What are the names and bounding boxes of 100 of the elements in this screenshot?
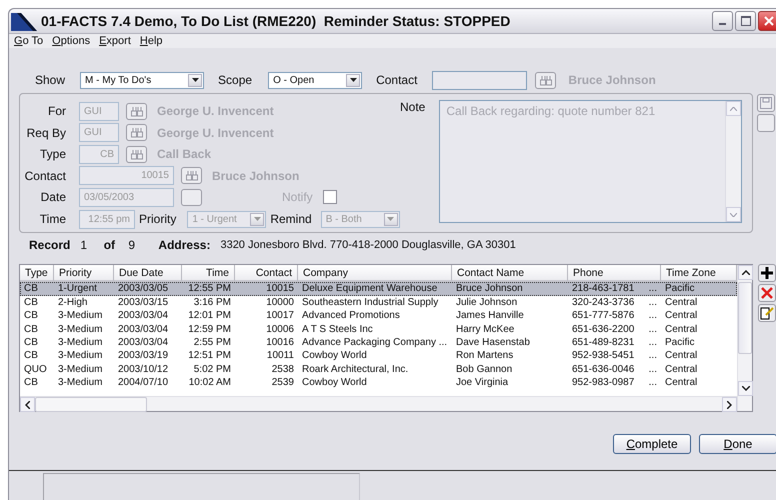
lookup-name: George U. Invencent bbox=[157, 126, 274, 140]
menu-item[interactable]: Go To bbox=[14, 35, 44, 48]
table-cell-text: 3:16 PM bbox=[192, 296, 232, 310]
table-cell-text: 2538 bbox=[270, 362, 295, 376]
table-cell-text: Cowboy World bbox=[301, 349, 368, 363]
more-marker: ... bbox=[648, 350, 657, 362]
table-cell-text: 2:55 PM bbox=[192, 336, 232, 350]
table-cell-text: 2003/10/12 bbox=[117, 362, 170, 376]
column-header[interactable]: Company bbox=[298, 265, 452, 282]
table-cell-text: 1-Urgent bbox=[57, 282, 98, 296]
table-cell-text: 3-Medium bbox=[57, 336, 104, 350]
column-header[interactable]: Time bbox=[182, 265, 235, 282]
table-cell: 651-777-5876 bbox=[572, 310, 634, 322]
table-cell-text: CB bbox=[23, 282, 39, 296]
record-label: Record bbox=[29, 238, 70, 252]
table-cell-text: 12:59 PM bbox=[187, 322, 232, 336]
table-cell-text: 2539 bbox=[270, 376, 295, 390]
table-cell: 952-938-5451 bbox=[572, 350, 634, 362]
more-marker: ... bbox=[648, 283, 657, 294]
table-row[interactable]: CB 2-High 2003/03/15 3:16 PM 10000 Southeastern Industrial Supply Julie Johnson 320-243-3736 ... Central bbox=[20, 296, 737, 310]
menu-item[interactable]: Export bbox=[99, 35, 131, 48]
column-header[interactable]: Contact bbox=[235, 265, 298, 282]
table-cell-text: Julie Johnson bbox=[455, 296, 518, 310]
table-cell: 651-489-8231 bbox=[572, 337, 634, 348]
table-cell-text: CB bbox=[23, 336, 39, 350]
column-header[interactable]: Time Zone bbox=[661, 265, 737, 282]
table-cell-text: Pacific bbox=[664, 336, 696, 350]
priority-label: Priority bbox=[139, 212, 176, 226]
column-header[interactable]: Due Date bbox=[114, 265, 182, 282]
table-cell-text: 2003/03/15 bbox=[117, 296, 170, 310]
address-text: 3320 Jonesboro Blvd. 770-418-2000 Douglasville, GA 30301 bbox=[220, 239, 516, 252]
table-cell-text: Central bbox=[664, 349, 698, 363]
scope-dropdown[interactable]: O - Open bbox=[268, 72, 362, 89]
window-title: 01-FACTS 7.4 Demo, To Do List (RME220) Reminder Status: STOPPED bbox=[41, 13, 510, 30]
lookup-name: Call Back bbox=[157, 147, 212, 162]
table-cell-text: Advanced Promotions bbox=[301, 309, 401, 322]
table-cell-text: 12:01 PM bbox=[187, 309, 232, 322]
lookup-name: Bruce Johnson bbox=[212, 168, 300, 183]
record-index: 1 bbox=[80, 238, 88, 252]
table-cell-text: 12:51 PM bbox=[187, 349, 232, 363]
table-cell-text: 2004/07/10 bbox=[117, 376, 170, 390]
notify-label: Notify bbox=[282, 190, 313, 204]
contact-label: Contact bbox=[376, 73, 418, 88]
action-button[interactable]: Complete bbox=[613, 434, 691, 454]
table-cell: 952-983-0987 bbox=[572, 377, 634, 388]
table-cell-text: 2003/03/04 bbox=[117, 336, 170, 350]
table-cell-text: 3-Medium bbox=[57, 322, 104, 336]
scope-label: Scope bbox=[218, 73, 252, 88]
column-header[interactable]: Contact Name bbox=[452, 265, 568, 282]
table-cell: 651-636-2200 bbox=[572, 324, 634, 335]
table-cell-text: Pacific bbox=[664, 282, 696, 296]
field-label: Type bbox=[38, 147, 66, 162]
column-header[interactable]: Type bbox=[20, 265, 54, 282]
table-cell-text: 10016 bbox=[265, 336, 295, 350]
column-header[interactable]: Phone bbox=[568, 265, 661, 282]
table-row[interactable]: CB 3-Medium 2003/03/19 12:51 PM 10011 Cowboy World Ron Martens 952-938-5451 ... Central bbox=[20, 349, 737, 363]
lookup-name: George U. Invencent bbox=[157, 104, 274, 118]
table-row[interactable]: CB 3-Medium 2003/03/04 12:59 PM 10006 A T S Steels Inc Harry McKee 651-636-2200 ... Central bbox=[20, 322, 737, 336]
table-cell-text: Central bbox=[664, 362, 698, 376]
show-label: Show bbox=[35, 73, 66, 88]
contact-name: Bruce Johnson bbox=[568, 73, 656, 88]
table-cell-text: Harry McKee bbox=[455, 322, 516, 336]
table-cell-text: 3-Medium bbox=[57, 362, 104, 376]
table-cell-text: Advance Packaging Company ... bbox=[301, 336, 448, 350]
table-cell-text: CB bbox=[23, 322, 39, 336]
table-cell: 651-636-0046 bbox=[572, 364, 634, 375]
table-cell-text: 2003/03/04 bbox=[117, 322, 170, 336]
table-cell-text: 3-Medium bbox=[57, 349, 104, 363]
table-cell-text: Bob Gannon bbox=[455, 362, 514, 376]
table-cell-text: Central bbox=[664, 376, 698, 390]
more-marker: ... bbox=[648, 337, 657, 348]
more-marker: ... bbox=[648, 324, 657, 335]
table-cell-text: Central bbox=[664, 309, 698, 322]
table-cell-text: Cowboy World bbox=[301, 376, 368, 390]
table-cell-text: Central bbox=[664, 296, 698, 310]
menu-item[interactable]: Options bbox=[52, 35, 90, 48]
show-dropdown[interactable]: M - My To Do's bbox=[80, 72, 204, 89]
table-cell-text: 5:02 PM bbox=[192, 362, 232, 376]
table-row[interactable]: CB 3-Medium 2004/07/10 10:02 AM 2539 Cowboy World Joe Virginia 952-983-0987 ... Central bbox=[20, 376, 737, 390]
field-label: For bbox=[47, 104, 66, 118]
menu-item[interactable]: Help bbox=[140, 35, 163, 48]
table-cell-text: 10:02 AM bbox=[188, 376, 232, 390]
table-row[interactable]: QUO 3-Medium 2003/10/12 5:02 PM 2538 Roark Architectural, Inc. Bob Gannon 651-636-0046 ... Central bbox=[20, 362, 737, 376]
table-cell-text: 3-Medium bbox=[57, 309, 104, 322]
field-label: Contact bbox=[24, 168, 66, 183]
field-label: Date bbox=[40, 190, 66, 204]
table-cell-text: 10015 bbox=[265, 282, 295, 296]
table-cell-text: 3-Medium bbox=[57, 376, 104, 390]
table-cell-text: Deluxe Equipment Warehouse bbox=[301, 282, 438, 296]
table-cell-text: CB bbox=[23, 309, 39, 322]
table-row[interactable]: CB 1-Urgent 2003/03/05 12:55 PM 10015 Deluxe Equipment Warehouse Bruce Johnson 218-463-1781 ... Pacific bbox=[20, 282, 737, 296]
table-cell-text: 10000 bbox=[265, 296, 295, 310]
action-button[interactable]: Done bbox=[699, 434, 776, 454]
more-marker: ... bbox=[648, 296, 657, 308]
table-row[interactable]: CB 3-Medium 2003/03/04 2:55 PM 10016 Advance Packaging Company ... Dave Hasenstab 651-489-8231 ... Pacific bbox=[20, 336, 737, 350]
table-cell-text: A T S Steels Inc bbox=[301, 322, 374, 336]
table-cell-text: QUO bbox=[23, 362, 48, 376]
table-row[interactable]: CB 3-Medium 2003/03/04 12:01 PM 10017 Advanced Promotions James Hanville 651-777-5876 ... Central bbox=[20, 309, 737, 322]
address-label: Address: bbox=[158, 238, 210, 252]
column-header[interactable]: Priority bbox=[54, 265, 114, 282]
